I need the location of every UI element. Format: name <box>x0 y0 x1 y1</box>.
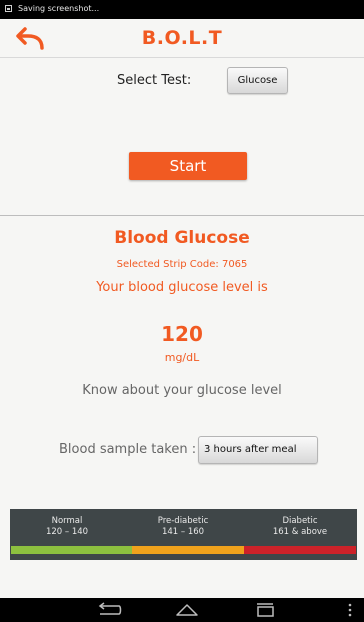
range-diabetic: Diabetic 161 & above <box>245 516 355 538</box>
navigation-bar <box>0 598 364 622</box>
diabetic-range-bar <box>244 546 356 554</box>
level-label: Your blood glucose level is <box>96 280 268 295</box>
sample-time-spinner[interactable]: 3 hours after meal <box>198 436 318 464</box>
divider <box>0 57 364 58</box>
range-normal: Normal 120 – 140 <box>12 516 122 538</box>
overflow-menu-icon[interactable] <box>347 602 353 618</box>
range-values: 141 – 160 <box>161 527 205 537</box>
divider <box>0 215 364 216</box>
range-name: Normal <box>51 516 83 526</box>
glucose-unit: mg/dL <box>164 351 200 364</box>
range-values: 120 – 140 <box>45 527 89 537</box>
strip-code-text: Selected Strip Code: 7065 <box>116 259 248 270</box>
home-icon[interactable] <box>174 602 200 618</box>
range-name: Diabetic <box>282 516 318 526</box>
glucose-value: 120 <box>161 322 203 346</box>
know-about-glucose-link[interactable]: Know about your glucose level <box>0 383 364 398</box>
result-title: Blood Glucose <box>114 228 250 248</box>
select-test-label: Select Test: <box>117 73 192 88</box>
recent-apps-icon[interactable] <box>253 602 277 618</box>
range-prediabetic: Pre-diabetic 141 – 160 <box>128 516 238 538</box>
app-title: B.O.L.T <box>141 27 223 49</box>
back-icon[interactable] <box>95 602 123 618</box>
status-notification: Saving screenshot... <box>18 4 100 13</box>
range-name: Pre-diabetic <box>157 516 209 526</box>
app-bar: B.O.L.T <box>0 19 364 57</box>
test-select-spinner[interactable]: Glucose <box>227 67 288 94</box>
start-button[interactable]: Start <box>129 152 247 180</box>
normal-range-bar <box>11 546 132 554</box>
screenshot-icon <box>5 5 12 12</box>
status-bar: Saving screenshot... <box>0 0 364 19</box>
prediabetic-range-bar <box>132 546 244 554</box>
sample-taken-label: Blood sample taken : <box>59 442 197 457</box>
glucose-range-panel: Normal 120 – 140 Pre-diabetic 141 – 160 … <box>10 509 357 560</box>
range-values: 161 & above <box>272 527 328 537</box>
